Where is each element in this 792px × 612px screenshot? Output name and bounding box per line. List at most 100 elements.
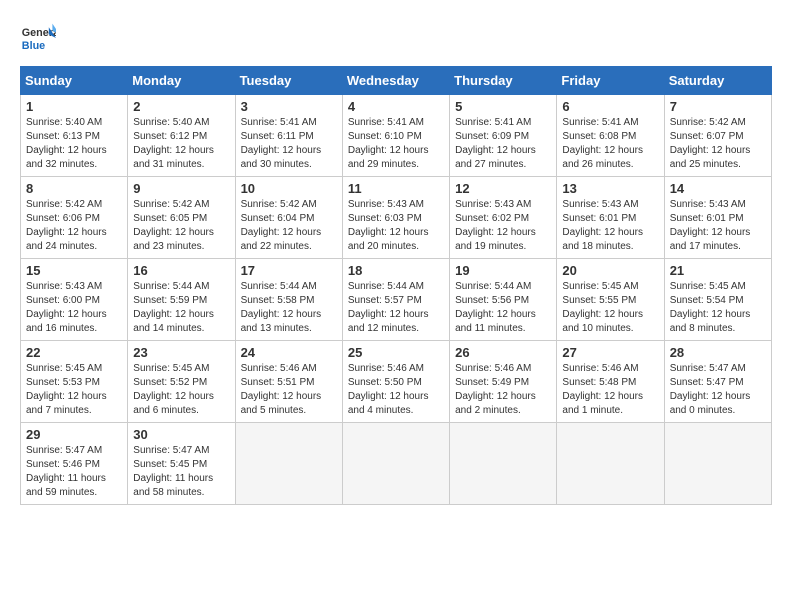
day-info: Sunrise: 5:42 AM Sunset: 6:07 PM Dayligh…: [670, 116, 766, 172]
table-row: 17 Sunrise: 5:44 AM Sunset: 5:58 PM Dayl…: [235, 259, 342, 341]
header-thursday: Thursday: [450, 67, 557, 95]
calendar-table: Sunday Monday Tuesday Wednesday Thursday…: [20, 66, 772, 505]
day-number: 17: [241, 263, 337, 278]
day-number: 2: [133, 99, 229, 114]
day-number: 7: [670, 99, 766, 114]
table-row: 25 Sunrise: 5:46 AM Sunset: 5:50 PM Dayl…: [342, 341, 449, 423]
table-row: [235, 423, 342, 505]
day-info: Sunrise: 5:47 AM Sunset: 5:45 PM Dayligh…: [133, 444, 229, 500]
day-number: 19: [455, 263, 551, 278]
table-row: 21 Sunrise: 5:45 AM Sunset: 5:54 PM Dayl…: [664, 259, 771, 341]
table-row: 5 Sunrise: 5:41 AM Sunset: 6:09 PM Dayli…: [450, 95, 557, 177]
header-monday: Monday: [128, 67, 235, 95]
table-row: 20 Sunrise: 5:45 AM Sunset: 5:55 PM Dayl…: [557, 259, 664, 341]
day-info: Sunrise: 5:44 AM Sunset: 5:56 PM Dayligh…: [455, 280, 551, 336]
day-number: 28: [670, 345, 766, 360]
table-row: 13 Sunrise: 5:43 AM Sunset: 6:01 PM Dayl…: [557, 177, 664, 259]
weekday-header-row: Sunday Monday Tuesday Wednesday Thursday…: [21, 67, 772, 95]
logo: General Blue: [20, 20, 60, 56]
day-number: 24: [241, 345, 337, 360]
day-info: Sunrise: 5:42 AM Sunset: 6:06 PM Dayligh…: [26, 198, 122, 254]
day-info: Sunrise: 5:45 AM Sunset: 5:54 PM Dayligh…: [670, 280, 766, 336]
logo-icon: General Blue: [20, 20, 56, 56]
day-number: 10: [241, 181, 337, 196]
day-info: Sunrise: 5:46 AM Sunset: 5:49 PM Dayligh…: [455, 362, 551, 418]
day-info: Sunrise: 5:41 AM Sunset: 6:10 PM Dayligh…: [348, 116, 444, 172]
day-info: Sunrise: 5:44 AM Sunset: 5:58 PM Dayligh…: [241, 280, 337, 336]
calendar-week-row: 15 Sunrise: 5:43 AM Sunset: 6:00 PM Dayl…: [21, 259, 772, 341]
table-row: 12 Sunrise: 5:43 AM Sunset: 6:02 PM Dayl…: [450, 177, 557, 259]
calendar-week-row: 22 Sunrise: 5:45 AM Sunset: 5:53 PM Dayl…: [21, 341, 772, 423]
table-row: 16 Sunrise: 5:44 AM Sunset: 5:59 PM Dayl…: [128, 259, 235, 341]
table-row: [342, 423, 449, 505]
day-info: Sunrise: 5:46 AM Sunset: 5:51 PM Dayligh…: [241, 362, 337, 418]
day-info: Sunrise: 5:40 AM Sunset: 6:12 PM Dayligh…: [133, 116, 229, 172]
day-number: 3: [241, 99, 337, 114]
header-saturday: Saturday: [664, 67, 771, 95]
header-wednesday: Wednesday: [342, 67, 449, 95]
header-sunday: Sunday: [21, 67, 128, 95]
calendar-week-row: 8 Sunrise: 5:42 AM Sunset: 6:06 PM Dayli…: [21, 177, 772, 259]
table-row: 1 Sunrise: 5:40 AM Sunset: 6:13 PM Dayli…: [21, 95, 128, 177]
day-info: Sunrise: 5:40 AM Sunset: 6:13 PM Dayligh…: [26, 116, 122, 172]
table-row: 3 Sunrise: 5:41 AM Sunset: 6:11 PM Dayli…: [235, 95, 342, 177]
table-row: 7 Sunrise: 5:42 AM Sunset: 6:07 PM Dayli…: [664, 95, 771, 177]
day-number: 22: [26, 345, 122, 360]
day-info: Sunrise: 5:46 AM Sunset: 5:50 PM Dayligh…: [348, 362, 444, 418]
day-info: Sunrise: 5:42 AM Sunset: 6:05 PM Dayligh…: [133, 198, 229, 254]
day-info: Sunrise: 5:47 AM Sunset: 5:46 PM Dayligh…: [26, 444, 122, 500]
day-number: 11: [348, 181, 444, 196]
day-number: 13: [562, 181, 658, 196]
table-row: 26 Sunrise: 5:46 AM Sunset: 5:49 PM Dayl…: [450, 341, 557, 423]
table-row: 30 Sunrise: 5:47 AM Sunset: 5:45 PM Dayl…: [128, 423, 235, 505]
table-row: [450, 423, 557, 505]
day-info: Sunrise: 5:44 AM Sunset: 5:59 PM Dayligh…: [133, 280, 229, 336]
day-number: 15: [26, 263, 122, 278]
day-number: 30: [133, 427, 229, 442]
table-row: 15 Sunrise: 5:43 AM Sunset: 6:00 PM Dayl…: [21, 259, 128, 341]
table-row: 10 Sunrise: 5:42 AM Sunset: 6:04 PM Dayl…: [235, 177, 342, 259]
day-info: Sunrise: 5:47 AM Sunset: 5:47 PM Dayligh…: [670, 362, 766, 418]
day-number: 18: [348, 263, 444, 278]
day-info: Sunrise: 5:42 AM Sunset: 6:04 PM Dayligh…: [241, 198, 337, 254]
day-info: Sunrise: 5:45 AM Sunset: 5:53 PM Dayligh…: [26, 362, 122, 418]
table-row: [557, 423, 664, 505]
header: General Blue: [20, 20, 772, 56]
table-row: 6 Sunrise: 5:41 AM Sunset: 6:08 PM Dayli…: [557, 95, 664, 177]
day-number: 16: [133, 263, 229, 278]
svg-text:Blue: Blue: [22, 40, 45, 52]
table-row: 27 Sunrise: 5:46 AM Sunset: 5:48 PM Dayl…: [557, 341, 664, 423]
day-number: 23: [133, 345, 229, 360]
table-row: 8 Sunrise: 5:42 AM Sunset: 6:06 PM Dayli…: [21, 177, 128, 259]
day-info: Sunrise: 5:45 AM Sunset: 5:55 PM Dayligh…: [562, 280, 658, 336]
day-info: Sunrise: 5:43 AM Sunset: 6:01 PM Dayligh…: [670, 198, 766, 254]
day-number: 12: [455, 181, 551, 196]
day-number: 14: [670, 181, 766, 196]
header-friday: Friday: [557, 67, 664, 95]
day-info: Sunrise: 5:41 AM Sunset: 6:11 PM Dayligh…: [241, 116, 337, 172]
day-number: 1: [26, 99, 122, 114]
table-row: 11 Sunrise: 5:43 AM Sunset: 6:03 PM Dayl…: [342, 177, 449, 259]
day-info: Sunrise: 5:41 AM Sunset: 6:08 PM Dayligh…: [562, 116, 658, 172]
day-number: 8: [26, 181, 122, 196]
table-row: 29 Sunrise: 5:47 AM Sunset: 5:46 PM Dayl…: [21, 423, 128, 505]
day-number: 6: [562, 99, 658, 114]
day-number: 4: [348, 99, 444, 114]
table-row: 2 Sunrise: 5:40 AM Sunset: 6:12 PM Dayli…: [128, 95, 235, 177]
day-info: Sunrise: 5:45 AM Sunset: 5:52 PM Dayligh…: [133, 362, 229, 418]
day-info: Sunrise: 5:41 AM Sunset: 6:09 PM Dayligh…: [455, 116, 551, 172]
day-number: 21: [670, 263, 766, 278]
day-number: 26: [455, 345, 551, 360]
calendar-week-row: 1 Sunrise: 5:40 AM Sunset: 6:13 PM Dayli…: [21, 95, 772, 177]
day-number: 9: [133, 181, 229, 196]
day-number: 25: [348, 345, 444, 360]
table-row: 9 Sunrise: 5:42 AM Sunset: 6:05 PM Dayli…: [128, 177, 235, 259]
table-row: 14 Sunrise: 5:43 AM Sunset: 6:01 PM Dayl…: [664, 177, 771, 259]
day-number: 20: [562, 263, 658, 278]
day-info: Sunrise: 5:43 AM Sunset: 6:03 PM Dayligh…: [348, 198, 444, 254]
calendar-week-row: 29 Sunrise: 5:47 AM Sunset: 5:46 PM Dayl…: [21, 423, 772, 505]
table-row: 4 Sunrise: 5:41 AM Sunset: 6:10 PM Dayli…: [342, 95, 449, 177]
table-row: 18 Sunrise: 5:44 AM Sunset: 5:57 PM Dayl…: [342, 259, 449, 341]
day-number: 5: [455, 99, 551, 114]
day-number: 29: [26, 427, 122, 442]
